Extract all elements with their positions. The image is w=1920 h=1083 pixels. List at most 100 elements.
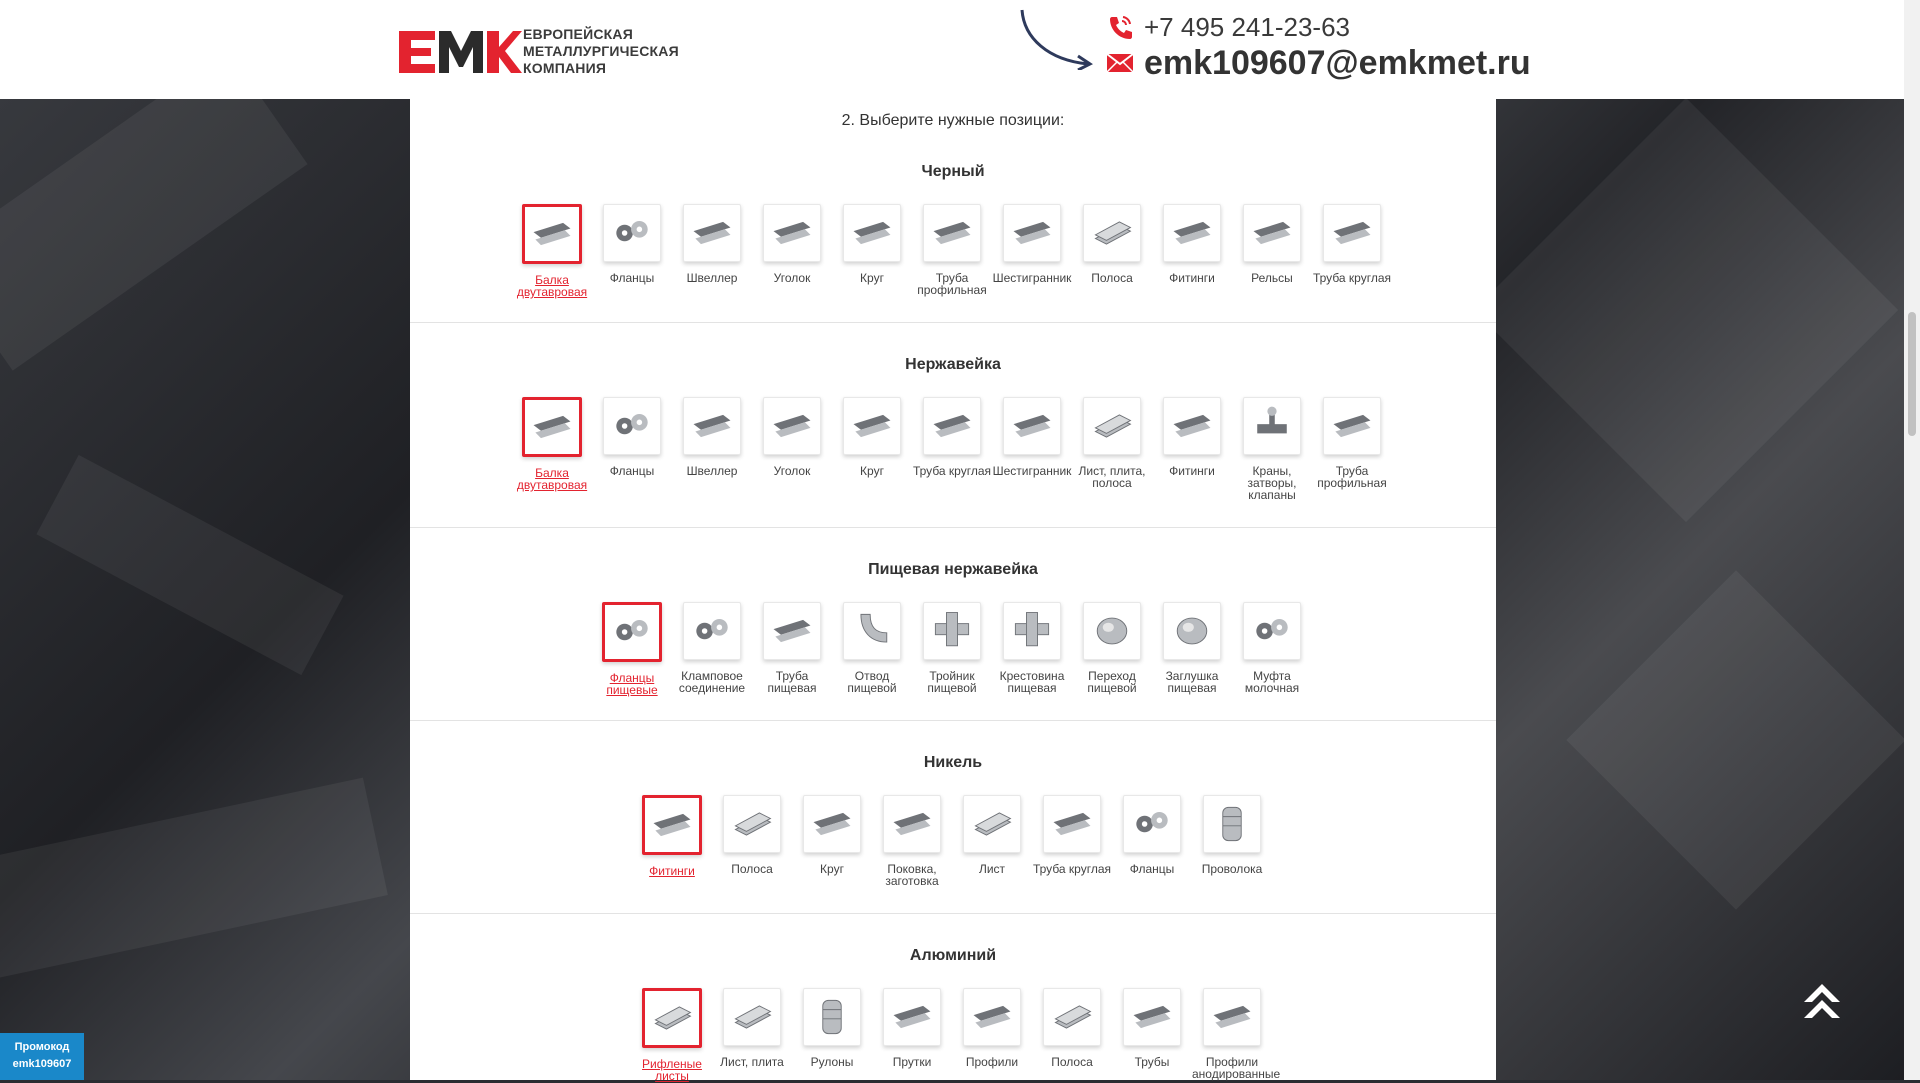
beam-icon[interactable] [522,204,582,264]
product-label[interactable]: Швеллер [672,465,752,477]
round-pipe-icon[interactable] [1043,795,1101,853]
beam-icon[interactable] [522,397,582,457]
scrollbar-thumb[interactable] [1908,312,1916,436]
product-label[interactable]: Труба круглая [912,465,992,477]
product-label[interactable]: Кламповое соединение [672,670,752,694]
sheet-icon[interactable] [1083,397,1141,455]
product-label[interactable]: Профили [952,1056,1032,1068]
product-item[interactable]: Шестигранник [992,397,1072,501]
product-label[interactable]: Заглушка пищевая [1152,670,1232,694]
flange-icon[interactable] [603,204,661,262]
channel-icon[interactable] [683,397,741,455]
product-item[interactable]: Переход пищевой [1072,602,1152,696]
product-label[interactable]: Труба профильная [1312,465,1392,489]
strip-icon[interactable] [1043,988,1101,1046]
product-label[interactable]: Рельсы [1232,272,1312,284]
product-item[interactable]: Заглушка пищевая [1152,602,1232,696]
rod-icon[interactable] [803,795,861,853]
scroll-to-top-button[interactable] [1790,968,1854,1032]
product-label[interactable]: Профили анодированные [1192,1056,1280,1080]
cap-icon[interactable] [1163,602,1221,660]
strip-icon[interactable] [1083,204,1141,262]
fittings-icon[interactable] [642,795,702,855]
email-row[interactable]: emk109607@emkmet.ru [1106,44,1531,82]
angle-icon[interactable] [763,397,821,455]
product-label[interactable]: Тройник пищевой [912,670,992,694]
product-item[interactable]: Фланцы [592,397,672,501]
product-label[interactable]: Отвод пищевой [832,670,912,694]
product-item[interactable]: Лист, плита, полоса [1072,397,1152,501]
sheet-icon[interactable] [723,988,781,1046]
product-item[interactable]: Балка двутавровая [512,397,592,501]
product-item[interactable]: Рулоны [792,988,872,1082]
phone-row[interactable]: +7 495 241-23-63 [1106,10,1531,44]
product-label[interactable]: Фитинги [1152,465,1232,477]
valve-icon[interactable] [1243,397,1301,455]
product-label[interactable]: Шестигранник [992,465,1072,477]
product-label[interactable]: Труба круглая [1032,863,1112,875]
product-label[interactable]: Полоса [1032,1056,1112,1068]
product-label[interactable]: Фланцы [1112,863,1192,875]
product-label[interactable]: Фланцы [592,272,672,284]
coupling-icon[interactable] [1243,602,1301,660]
product-item[interactable]: Профили [952,988,1032,1082]
product-label[interactable]: Уголок [752,272,832,284]
product-item[interactable]: Балка двутавровая [512,204,592,298]
logo[interactable]: ЕВРОПЕЙСКАЯ МЕТАЛЛУРГИЧЕСКАЯ КОМПАНИЯ [397,26,679,77]
elbow-icon[interactable] [843,602,901,660]
product-item[interactable]: Фитинги [1152,397,1232,501]
product-item[interactable]: Швеллер [672,397,752,501]
product-label[interactable]: Лист [952,863,1032,875]
product-label[interactable]: Полоса [712,863,792,875]
rod-icon[interactable] [843,397,901,455]
profile-pipe-icon[interactable] [923,204,981,262]
product-item[interactable]: Труба круглая [1032,795,1112,887]
product-item[interactable]: Труба профильная [1312,397,1392,501]
product-item[interactable]: Полоса [1072,204,1152,298]
rail-icon[interactable] [1243,204,1301,262]
clamp-icon[interactable] [683,602,741,660]
product-item[interactable]: Профили анодированные [1192,988,1280,1082]
product-item[interactable]: Труба круглая [1312,204,1392,298]
product-label[interactable]: Фитинги [1152,272,1232,284]
channel-icon[interactable] [683,204,741,262]
product-item[interactable]: Отвод пищевой [832,602,912,696]
flange-icon[interactable] [602,602,662,662]
product-item[interactable]: Круг [792,795,872,887]
round-pipe-icon[interactable] [1123,988,1181,1046]
product-label[interactable]: Краны, затворы, клапаны [1232,465,1312,501]
product-label[interactable]: Балка двутавровая [512,274,592,298]
product-item[interactable]: Круг [832,204,912,298]
flange-icon[interactable] [603,397,661,455]
product-item[interactable]: Крестовина пищевая [992,602,1072,696]
wire-icon[interactable] [1203,795,1261,853]
product-label[interactable]: Рулоны [792,1056,872,1068]
product-label[interactable]: Лист, плита, полоса [1072,465,1152,489]
product-item[interactable]: Лист, плита [712,988,792,1082]
product-item[interactable]: Шестигранник [992,204,1072,298]
product-label[interactable]: Фланцы [592,465,672,477]
rod-icon[interactable] [843,204,901,262]
product-label[interactable]: Муфта молочная [1232,670,1312,694]
rod-icon[interactable] [883,988,941,1046]
forging-icon[interactable] [883,795,941,853]
product-item[interactable]: Прутки [872,988,952,1082]
hexagon-bar-icon[interactable] [1003,204,1061,262]
product-label[interactable]: Поковка, заготовка [872,863,952,887]
profile-icon[interactable] [963,988,1021,1046]
product-item[interactable]: Труба профильная [912,204,992,298]
product-label[interactable]: Фитинги [632,865,712,877]
product-item[interactable]: Фитинги [1152,204,1232,298]
product-item[interactable]: Фланцы пищевые [592,602,672,696]
product-item[interactable]: Полоса [712,795,792,887]
angle-icon[interactable] [763,204,821,262]
product-item[interactable]: Лист [952,795,1032,887]
product-item[interactable]: Труба круглая [912,397,992,501]
anodized-profile-icon[interactable] [1203,988,1261,1046]
product-item[interactable]: Трубы [1112,988,1192,1082]
product-label[interactable]: Рифленые листы [632,1058,712,1082]
product-label[interactable]: Швеллер [672,272,752,284]
product-item[interactable]: Фланцы [1112,795,1192,887]
product-label[interactable]: Полоса [1072,272,1152,284]
product-label[interactable]: Прутки [872,1056,952,1068]
